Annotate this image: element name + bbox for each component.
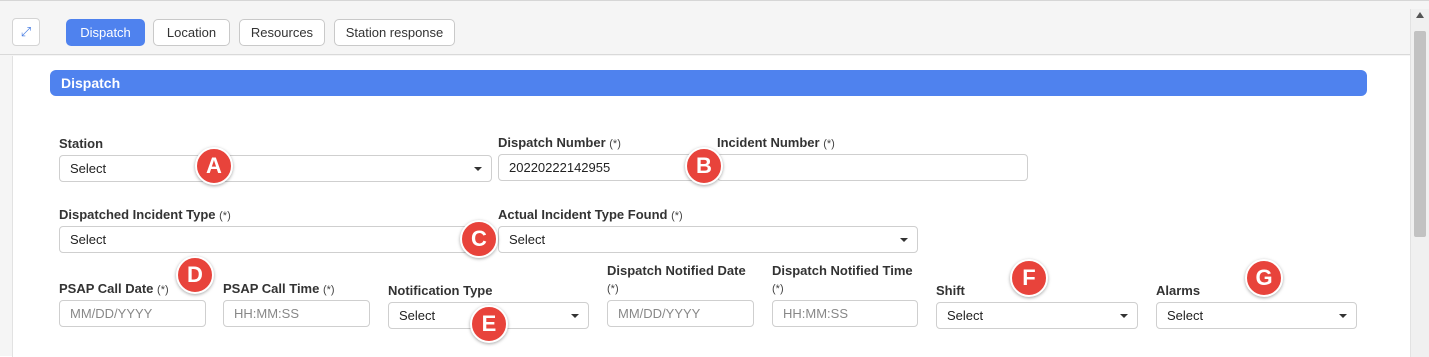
caret-down-icon [900, 238, 908, 242]
caret-down-icon [1120, 314, 1128, 318]
shift-label: Shift [936, 283, 965, 298]
dispatched-incident-type-label: Dispatched Incident Type (*) [59, 207, 231, 222]
incident-number-label: Incident Number (*) [717, 135, 835, 150]
station-label: Station [59, 136, 104, 151]
dispatched-incident-type-select[interactable]: Select [59, 226, 492, 253]
marker-g: G [1245, 259, 1283, 297]
dispatch-notified-time-label: Dispatch Notified Time (*) [772, 263, 913, 295]
tab-dispatch[interactable]: Dispatch [66, 19, 145, 46]
scroll-thumb[interactable] [1414, 31, 1426, 237]
tab-bar: ⤢ Dispatch Location Resources Station re… [0, 9, 1410, 55]
marker-d: D [176, 256, 214, 294]
tab-resources[interactable]: Resources [239, 19, 325, 46]
marker-c: C [460, 220, 498, 258]
shift-select[interactable]: Select [936, 302, 1138, 329]
psap-call-date-input[interactable]: MM/DD/YYYY [59, 300, 206, 327]
section-title: Dispatch [61, 75, 121, 91]
alarms-select[interactable]: Select [1156, 302, 1357, 329]
incident-number-input[interactable] [717, 154, 1028, 181]
actual-incident-type-label: Actual Incident Type Found (*) [498, 207, 683, 222]
expand-icon: ⤢ [20, 24, 32, 39]
actual-incident-type-select[interactable]: Select [498, 226, 918, 253]
dispatch-notified-time-input[interactable]: HH:MM:SS [772, 300, 918, 327]
dispatch-number-input[interactable]: 20220222142955 [498, 154, 712, 181]
form-panel: Dispatch Station Select Dispatch Number … [12, 56, 1410, 357]
scroll-up-icon[interactable] [1416, 12, 1424, 18]
section-header: Dispatch [50, 70, 1367, 96]
marker-f: F [1010, 259, 1048, 297]
dispatch-notified-date-label: Dispatch Notified Date (*) [607, 263, 746, 295]
caret-down-icon [474, 167, 482, 171]
marker-e: E [470, 305, 508, 343]
expand-button[interactable]: ⤢ [12, 18, 40, 46]
dispatch-notified-date-input[interactable]: MM/DD/YYYY [607, 300, 754, 327]
vertical-scrollbar[interactable] [1410, 9, 1429, 357]
station-select[interactable]: Select [59, 155, 492, 182]
caret-down-icon [571, 314, 579, 318]
psap-call-time-label: PSAP Call Time (*) [223, 281, 335, 296]
caret-down-icon [1339, 314, 1347, 318]
marker-a: A [195, 147, 233, 185]
psap-call-date-label: PSAP Call Date (*) [59, 281, 169, 296]
alarms-label: Alarms [1156, 283, 1201, 298]
tab-station-response[interactable]: Station response [334, 19, 455, 46]
tab-location[interactable]: Location [153, 19, 230, 46]
notification-type-label: Notification Type [388, 283, 493, 298]
marker-b: B [685, 147, 723, 185]
app-frame: ⤢ Dispatch Location Resources Station re… [0, 0, 1429, 357]
dispatch-number-label: Dispatch Number (*) [498, 135, 621, 150]
psap-call-time-input[interactable]: HH:MM:SS [223, 300, 370, 327]
